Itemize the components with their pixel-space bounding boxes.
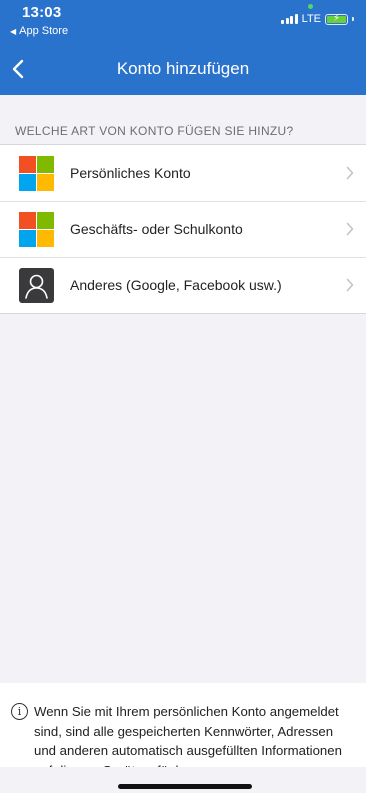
status-indicators: LTE ⚡: [281, 13, 354, 25]
battery-icon: ⚡: [325, 13, 348, 25]
microsoft-logo-icon: [19, 156, 54, 191]
app-header: 13:03 ◀ App Store LTE ⚡ Konto hinzufügen: [0, 0, 366, 95]
account-option-work-school[interactable]: Geschäfts- oder Schulkonto: [0, 201, 366, 257]
section-header: WELCHE ART VON KONTO FÜGEN SIE HINZU?: [15, 124, 294, 138]
account-option-other[interactable]: Anderes (Google, Facebook usw.): [0, 257, 366, 313]
account-option-label: Geschäfts- oder Schulkonto: [70, 221, 243, 237]
chevron-right-icon: [346, 278, 354, 292]
person-icon: [19, 268, 54, 303]
battery-tip: [352, 17, 354, 21]
account-type-list: Persönliches Konto Geschäfts- oder Schul…: [0, 144, 366, 314]
account-option-label: Anderes (Google, Facebook usw.): [70, 277, 282, 293]
signal-icon: [281, 14, 298, 24]
microsoft-logo-icon: [19, 212, 54, 247]
info-icon: i: [11, 703, 28, 720]
info-footer: i Wenn Sie mit Ihrem persönlichen Konto …: [0, 683, 366, 767]
account-option-personal[interactable]: Persönliches Konto: [0, 145, 366, 201]
home-indicator[interactable]: [118, 784, 252, 789]
status-time: 13:03: [22, 4, 62, 21]
camera-indicator-icon: [308, 4, 313, 9]
back-app-label: App Store: [19, 25, 69, 37]
account-option-label: Persönliches Konto: [70, 165, 191, 181]
network-label: LTE: [301, 13, 321, 25]
chevron-right-icon: [346, 222, 354, 236]
page-title: Konto hinzufügen: [116, 59, 250, 78]
chevron-right-icon: [346, 166, 354, 180]
back-to-app-store-link[interactable]: ◀ App Store: [10, 25, 68, 37]
back-triangle-icon: ◀: [10, 26, 17, 36]
info-text: Wenn Sie mit Ihrem persönlichen Konto an…: [34, 704, 342, 767]
